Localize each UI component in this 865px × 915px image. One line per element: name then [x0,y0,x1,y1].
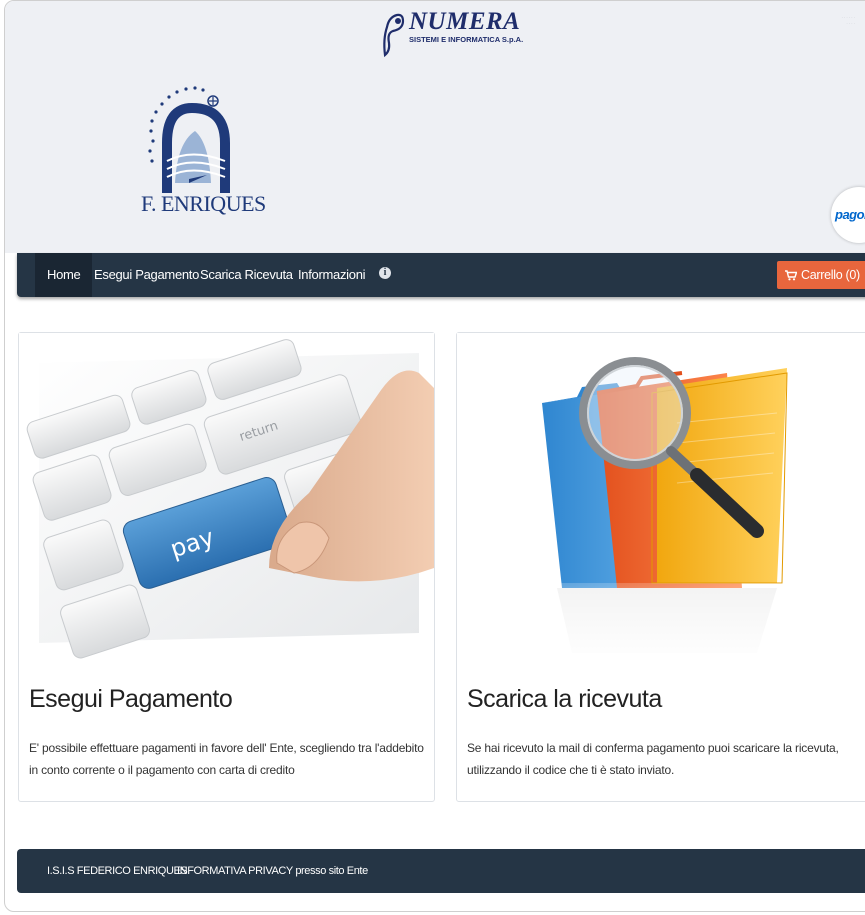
vendor-name: NUMERA [409,8,521,35]
nav-home[interactable]: Home [35,253,93,297]
footer-link-privacy[interactable]: INFORMATIVA PRIVACY presso sito Ente [177,849,368,893]
cart-icon [785,269,797,280]
vendor-subtitle: SISTEMI E INFORMATICA S.p.A. [409,35,524,44]
page-frame: NUMERA SISTEMI E INFORMATICA S.p.A. F. E… [4,0,865,912]
keyboard-pay-image: pay return [19,333,434,663]
numera-logo-icon [383,13,405,58]
card-title: Esegui Pagamento [29,685,233,713]
pagopa-label: pagoPA [835,207,865,222]
cart-button[interactable]: Carrello (0) [777,261,865,289]
footer-link-school[interactable]: I.S.I.S FEDERICO ENRIQUES [47,849,188,893]
card-description: Se hai ricevuto la mail di conferma paga… [467,741,839,777]
corner-mark: · · · · · · · · · · [841,15,855,26]
card-esegui-pagamento[interactable]: pay return Esegui Pagamento E' possibile… [18,332,435,802]
pagopa-logo: pagoPA [831,187,865,243]
nav-esegui-pagamento[interactable]: Esegui Pagamento [94,253,199,297]
card-scarica-ricevuta[interactable]: Scarica la ricevuta Se hai ricevuto la m… [456,332,865,802]
folders-magnifier-image [457,333,865,663]
card-title: Scarica la ricevuta [467,685,662,713]
header: NUMERA SISTEMI E INFORMATICA S.p.A. F. E… [5,1,865,253]
school-logo-text: F. ENRIQUES [141,191,266,216]
cart-label: Carrello (0) [801,268,860,282]
main-navbar: Home Esegui Pagamento Scarica Ricevuta I… [17,253,865,297]
nav-informazioni[interactable]: Informazioni [298,253,366,297]
nav-scarica-ricevuta[interactable]: Scarica Ricevuta [200,253,293,297]
info-icon[interactable]: i [379,267,391,279]
card-description: E' possibile effettuare pagamenti in fav… [29,741,424,777]
vendor-logo: NUMERA SISTEMI E INFORMATICA S.p.A. [381,9,523,59]
footer: I.S.I.S FEDERICO ENRIQUES INFORMATIVA PR… [17,849,865,893]
